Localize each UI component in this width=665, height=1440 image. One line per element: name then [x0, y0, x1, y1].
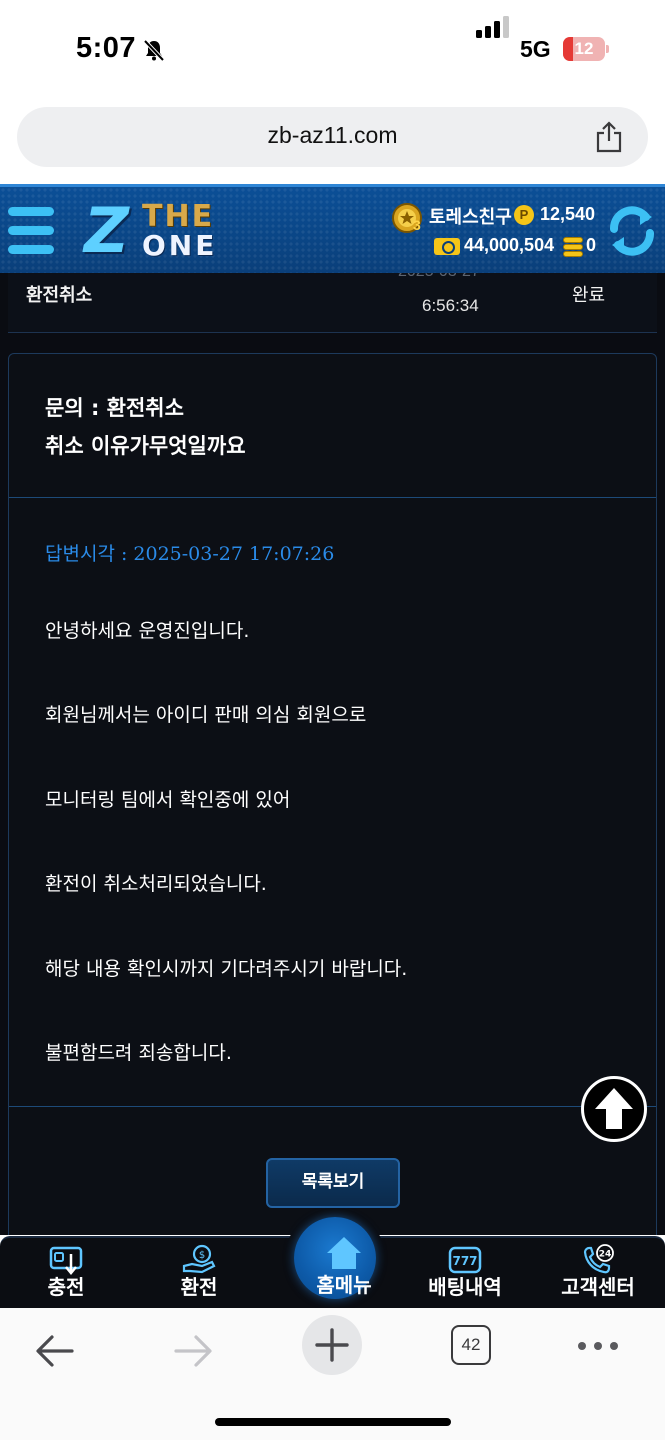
svg-text:777: 777: [452, 1254, 477, 1268]
inquiry-detail-card: 문의 : 환전취소 취소 이유가무엇일까요 답변시각 : 2025-03-27 …: [8, 353, 657, 1235]
nav-withdraw-label: 환전: [180, 1275, 218, 1299]
question-title: 문의 : 환전취소: [45, 396, 184, 420]
home-menu-button[interactable]: 홈메뉴: [285, 1208, 385, 1308]
answer-timestamp: 답변시각 : 2025-03-27 17:07:26: [45, 543, 335, 565]
menu-hamburger-icon[interactable]: [8, 207, 54, 255]
coins-value: 0: [586, 235, 597, 255]
money-icon: [434, 238, 460, 255]
list-view-button[interactable]: 목록보기: [266, 1158, 400, 1208]
nav-support-label: 고객센터: [561, 1275, 635, 1299]
more-options-icon[interactable]: [578, 1330, 620, 1362]
nav-betting-history-label: 배팅내역: [428, 1275, 502, 1299]
answer-line: 모니터링 팀에서 확인중에 있어: [45, 789, 291, 811]
home-icon: [327, 1237, 361, 1269]
answer-line: 환전이 취소처리되었습니다.: [45, 873, 267, 895]
nav-withdraw[interactable]: $ 환전: [139, 1238, 259, 1308]
question-block: 문의 : 환전취소 취소 이유가무엇일까요: [9, 354, 656, 498]
coin-stack-icon: [563, 237, 583, 259]
new-tab-button[interactable]: [302, 1315, 362, 1375]
answer-line: 안녕하세요 운영진입니다.: [45, 620, 250, 642]
plus-icon: [315, 1328, 349, 1362]
battery-level: 12: [574, 39, 594, 58]
site-header: Z THE ONE 3 토레스친구 P 12,540 44,000,504 0: [0, 184, 665, 273]
site-logo[interactable]: Z THE ONE: [84, 199, 250, 263]
network-type: 5G: [520, 36, 551, 62]
svg-text:24: 24: [599, 1250, 612, 1260]
nav-betting-history[interactable]: 777 배팅내역: [405, 1238, 525, 1308]
answer-line: 불편함드려 죄송합니다.: [45, 1042, 232, 1064]
history-type: 환전취소: [26, 285, 93, 306]
home-menu-label: 홈메뉴: [316, 1273, 372, 1297]
divider: [9, 1106, 656, 1107]
home-indicator: [215, 1418, 451, 1426]
svg-text:$: $: [199, 1250, 205, 1261]
balance-value: 44,000,504: [464, 235, 555, 255]
refresh-icon[interactable]: [604, 203, 660, 259]
main-content: 환전취소 2025-03-27 6:56:34 완료 문의 : 환전취소 취소 …: [0, 273, 665, 1235]
status-bar: 5:07 5G 12: [0, 0, 665, 100]
history-row[interactable]: 환전취소 2025-03-27 6:56:34 완료: [8, 273, 657, 333]
nav-support[interactable]: 24 고객센터: [538, 1238, 658, 1308]
history-status: 완료: [572, 285, 606, 306]
forward-arrow-icon[interactable]: [172, 1330, 214, 1372]
level-number: 3: [413, 217, 421, 233]
browser-toolbar: 42: [0, 1308, 665, 1440]
status-time: 5:07: [76, 32, 137, 64]
nav-deposit-label: 충전: [47, 1275, 85, 1299]
silent-bell-icon: [143, 39, 165, 62]
history-time: 6:56:34: [422, 296, 479, 315]
point-icon: P: [514, 205, 534, 225]
battery-icon: 12: [563, 37, 605, 61]
address-bar[interactable]: zb-az11.com: [17, 107, 648, 167]
username: 토레스친구: [429, 207, 512, 228]
history-date: 2025-03-27: [398, 273, 480, 281]
share-icon[interactable]: [594, 121, 624, 153]
question-body: 취소 이유가무엇일까요: [45, 434, 246, 458]
scroll-to-top-button[interactable]: [581, 1076, 647, 1142]
answer-line: 회원님께서는 아이디 판매 의심 회원으로: [45, 704, 367, 726]
url-text[interactable]: zb-az11.com: [17, 122, 648, 149]
answer-line: 해당 내용 확인시까지 기다려주시기 바랍니다.: [45, 958, 408, 980]
arrow-up-icon: [595, 1088, 633, 1129]
nav-deposit[interactable]: 충전: [6, 1238, 126, 1308]
points-value: 12,540: [540, 204, 596, 224]
back-arrow-icon[interactable]: [34, 1330, 76, 1372]
tab-switcher-button[interactable]: 42: [451, 1325, 491, 1365]
